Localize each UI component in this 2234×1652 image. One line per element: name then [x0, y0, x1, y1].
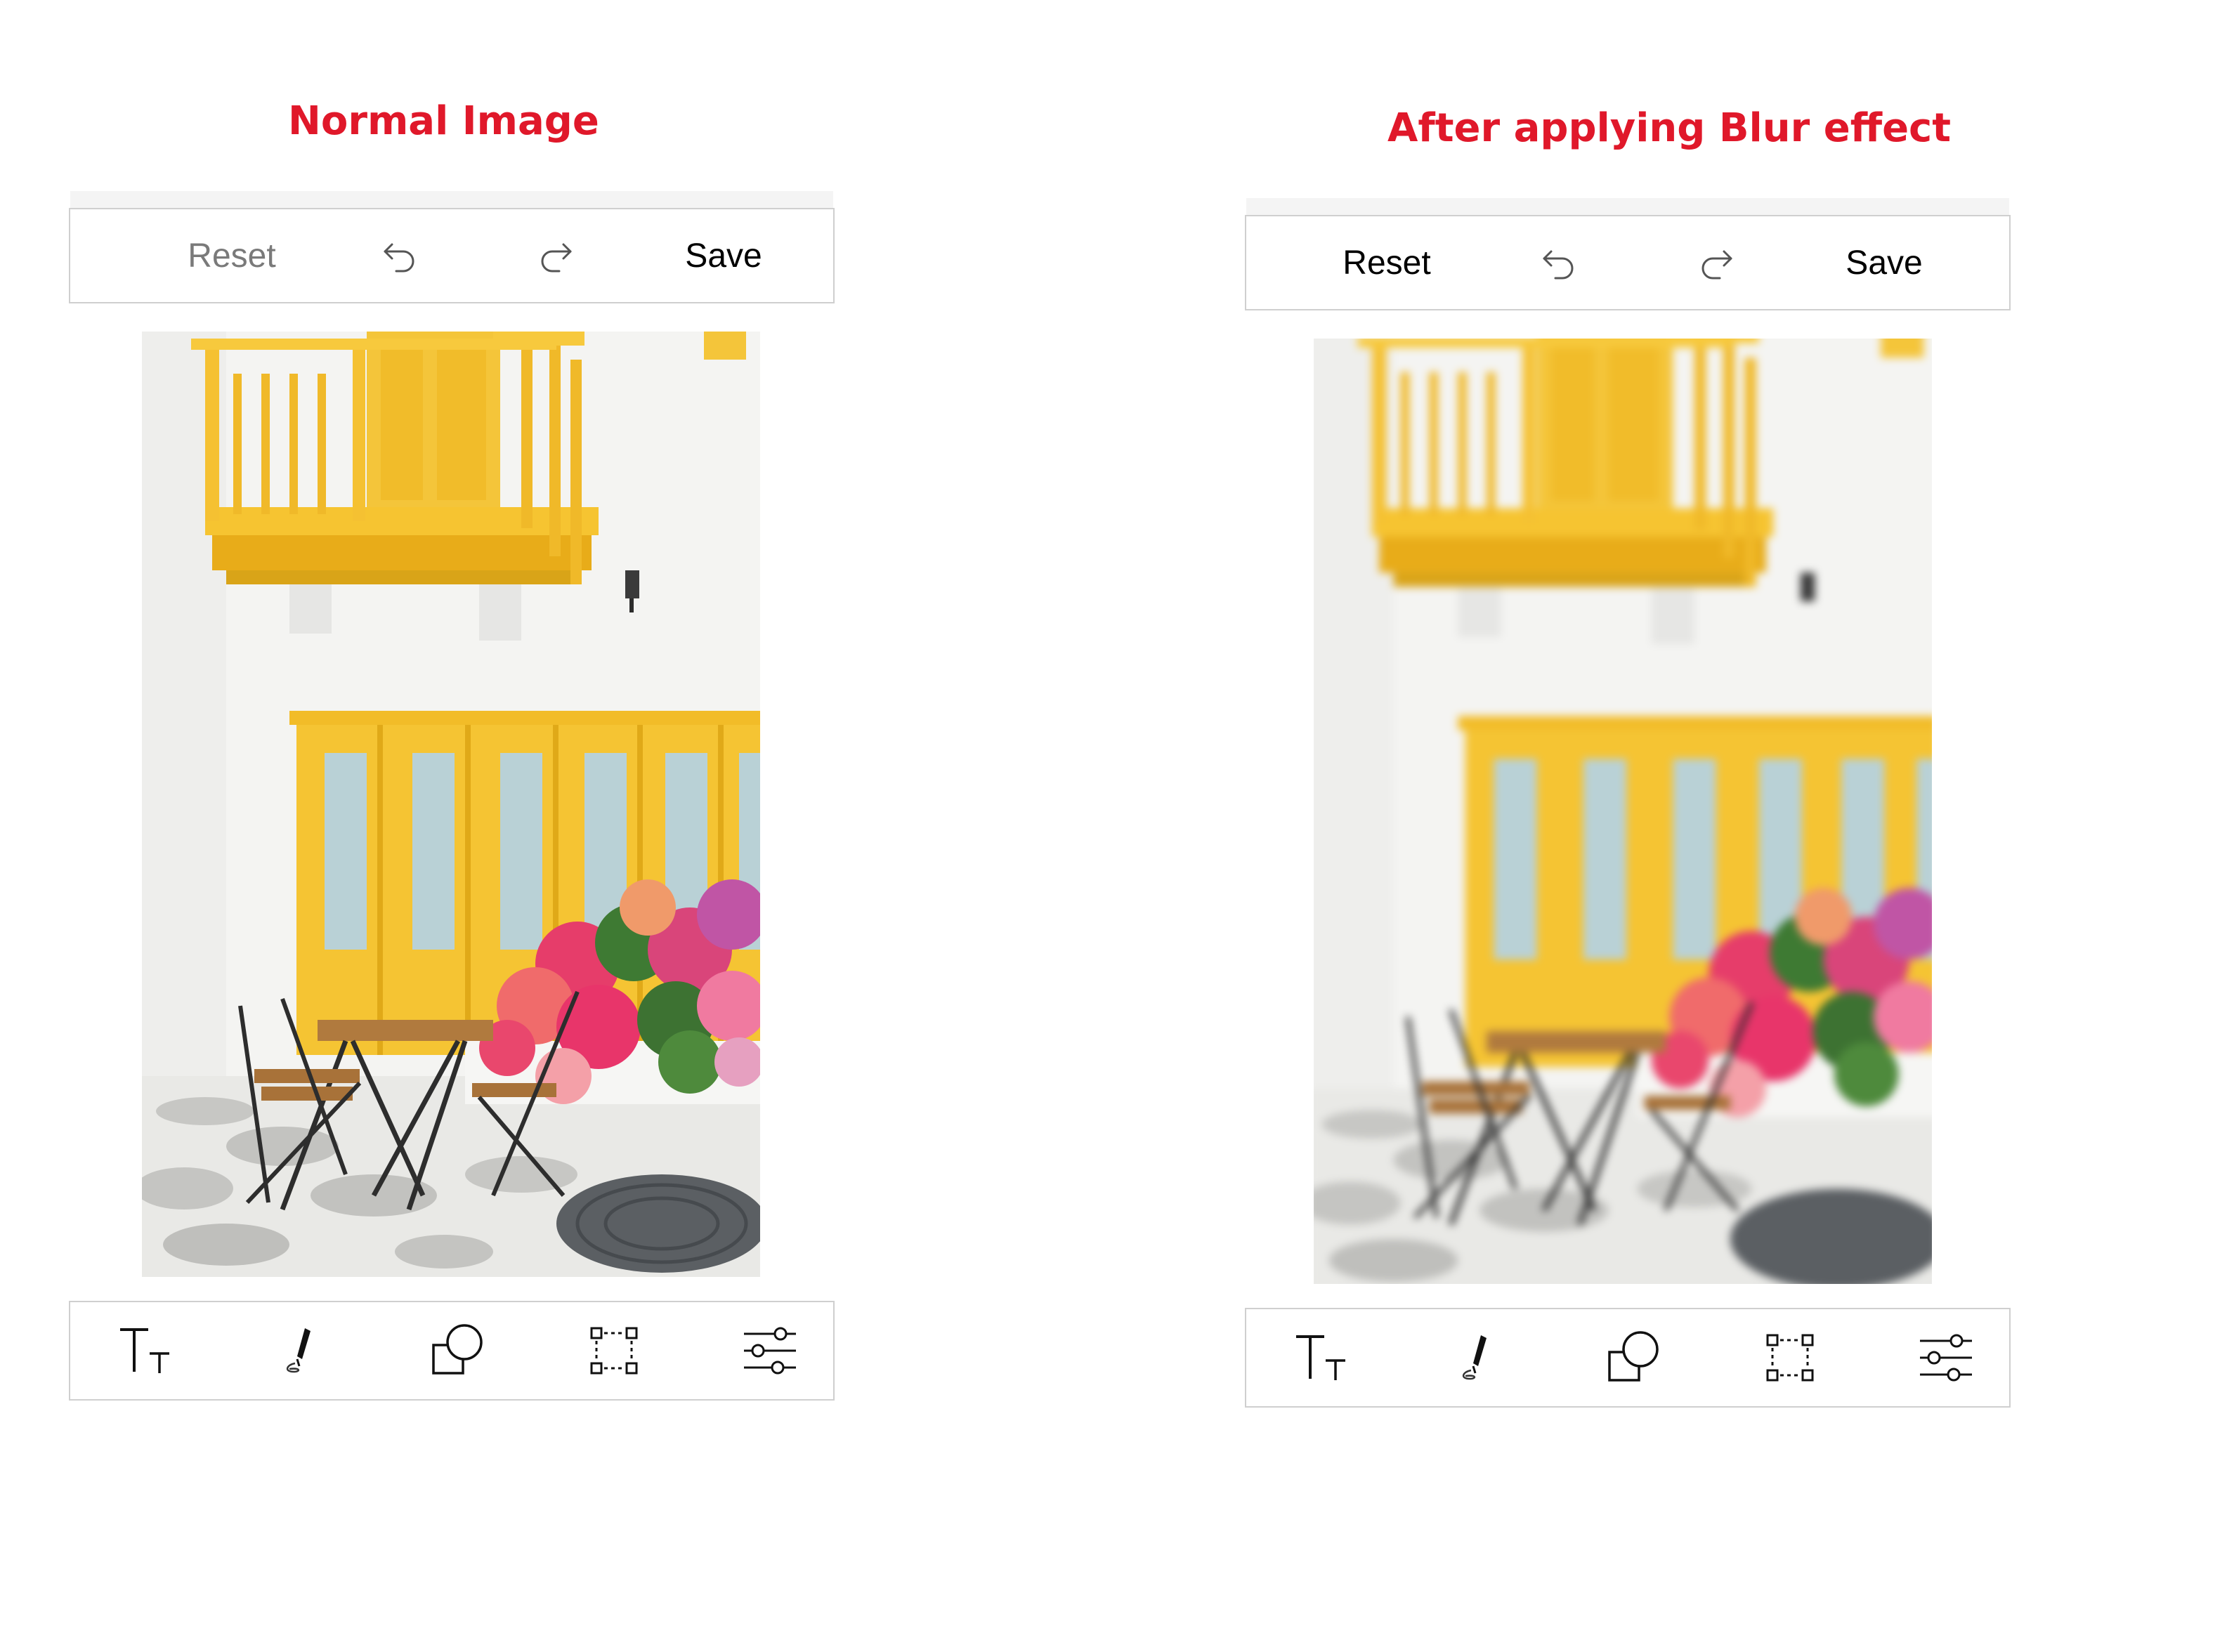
- crop-icon: [590, 1327, 638, 1375]
- filter-sliders-button[interactable]: [1897, 1309, 1995, 1406]
- undo-icon: [384, 243, 414, 273]
- reset-button[interactable]: Reset: [162, 209, 302, 302]
- undo-icon: [1543, 250, 1574, 280]
- filter-sliders-icon: [1920, 1334, 1972, 1382]
- text-icon: [1296, 1335, 1345, 1380]
- redo-icon: [541, 243, 572, 273]
- save-label: Save: [1846, 244, 1923, 282]
- toolbar-shadow: [1246, 198, 2009, 215]
- filter-sliders-icon: [744, 1327, 796, 1375]
- save-label: Save: [685, 237, 762, 275]
- reset-label: Reset: [1343, 244, 1431, 282]
- panel-title-normal: Normal Image: [288, 98, 599, 144]
- undo-button[interactable]: [351, 209, 450, 302]
- undo-button[interactable]: [1510, 216, 1609, 309]
- bottom-toolbar: [69, 1301, 835, 1401]
- save-button[interactable]: Save: [1814, 216, 1954, 309]
- shapes-tool-button[interactable]: [1585, 1309, 1683, 1406]
- text-icon: [120, 1328, 169, 1373]
- panel-title-blur: After applying Blur effect: [1387, 105, 1952, 151]
- shapes-icon: [432, 1324, 483, 1375]
- crop-tool-button[interactable]: [565, 1302, 663, 1399]
- crop-icon: [1766, 1334, 1814, 1382]
- pen-icon: [1463, 1335, 1487, 1380]
- save-button[interactable]: Save: [653, 209, 794, 302]
- text-tool-button[interactable]: [97, 1302, 195, 1399]
- top-toolbar: Reset Save: [69, 191, 835, 303]
- bottom-toolbar: [1245, 1308, 2011, 1408]
- photo-normal: [142, 332, 760, 1277]
- reset-button[interactable]: Reset: [1317, 216, 1457, 309]
- reset-label: Reset: [188, 237, 276, 275]
- redo-icon: [1701, 250, 1732, 280]
- pen-icon: [287, 1328, 311, 1373]
- photo-blurred: [1314, 339, 1932, 1284]
- crop-tool-button[interactable]: [1741, 1309, 1839, 1406]
- redo-button[interactable]: [506, 209, 604, 302]
- photo-canvas[interactable]: [142, 332, 760, 1277]
- redo-button[interactable]: [1666, 216, 1765, 309]
- shapes-icon: [1608, 1331, 1659, 1382]
- pen-tool-button[interactable]: [1429, 1309, 1527, 1406]
- toolbar-shadow: [70, 191, 833, 208]
- shapes-tool-button[interactable]: [409, 1302, 507, 1399]
- filter-sliders-button[interactable]: [721, 1302, 819, 1399]
- text-tool-button[interactable]: [1273, 1309, 1371, 1406]
- photo-canvas[interactable]: [1314, 339, 1932, 1284]
- top-toolbar: Reset Save: [1245, 198, 2011, 310]
- pen-tool-button[interactable]: [253, 1302, 351, 1399]
